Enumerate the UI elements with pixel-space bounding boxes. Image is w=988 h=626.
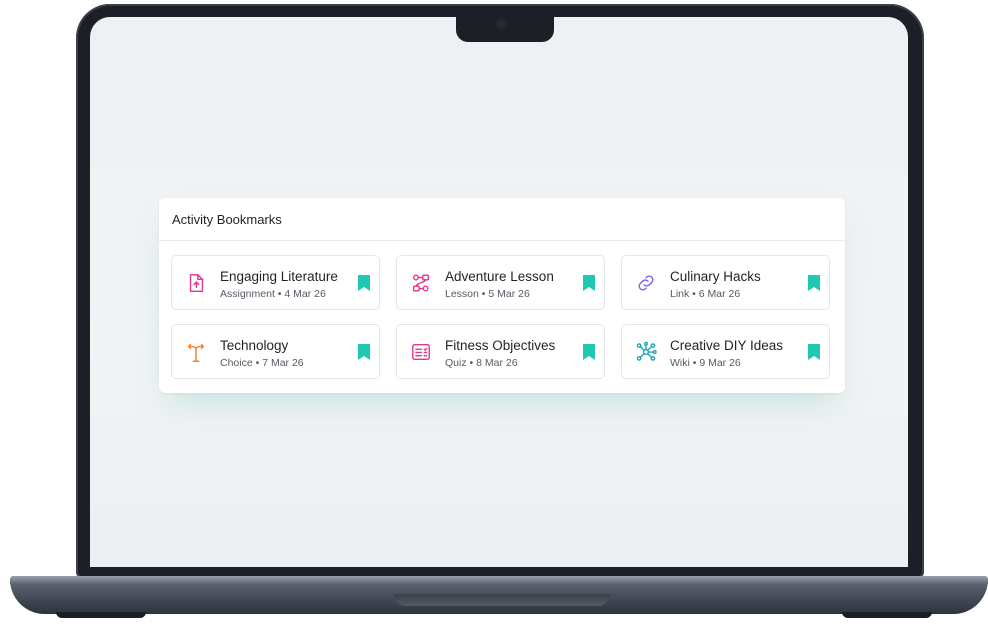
bookmark-title: Fitness Objectives <box>445 338 556 353</box>
bookmark-card-technology[interactable]: Technology Choice • 7 Mar 26 <box>171 324 380 379</box>
camera-notch <box>456 15 554 42</box>
link-icon <box>638 275 654 291</box>
bookmark-meta: Choice • 7 Mar 26 <box>220 357 304 369</box>
laptop-foot-left <box>56 612 146 618</box>
bookmark-meta: Wiki • 9 Mar 26 <box>670 357 741 369</box>
bookmark-icon[interactable] <box>358 344 370 360</box>
activity-bookmarks-panel: Activity Bookmarks Engaging Literature A… <box>159 198 845 393</box>
bookmark-icon[interactable] <box>808 275 820 291</box>
quiz-list-icon <box>412 343 430 361</box>
bookmark-meta: Link • 6 Mar 26 <box>670 288 741 300</box>
bookmark-card-adventure-lesson[interactable]: Adventure Lesson Lesson • 5 Mar 26 <box>396 255 605 310</box>
bookmark-title: Engaging Literature <box>220 269 338 284</box>
choice-signpost-icon <box>187 343 205 362</box>
laptop-base-edge <box>10 576 988 584</box>
camera-icon <box>497 20 505 28</box>
bookmark-card-creative-diy-ideas[interactable]: Creative DIY Ideas Wiki • 9 Mar 26 <box>621 324 830 379</box>
bookmark-title: Technology <box>220 338 289 353</box>
bookmark-title: Culinary Hacks <box>670 269 761 284</box>
bookmark-icon[interactable] <box>583 275 595 291</box>
bookmark-card-engaging-literature[interactable]: Engaging Literature Assignment • 4 Mar 2… <box>171 255 380 310</box>
bookmark-card-fitness-objectives[interactable]: Fitness Objectives Quiz • 8 Mar 26 <box>396 324 605 379</box>
laptop-foot-right <box>842 612 932 618</box>
bookmark-meta: Lesson • 5 Mar 26 <box>445 288 530 300</box>
panel-title: Activity Bookmarks <box>172 212 282 227</box>
bookmark-meta: Quiz • 8 Mar 26 <box>445 357 518 369</box>
bookmark-title: Creative DIY Ideas <box>670 338 784 353</box>
panel-divider <box>159 240 845 241</box>
bookmark-icon[interactable] <box>358 275 370 291</box>
lesson-flow-icon <box>412 274 430 292</box>
file-upload-icon <box>189 274 204 292</box>
bookmark-icon[interactable] <box>808 344 820 360</box>
laptop-hinge-notch <box>394 594 610 606</box>
bookmark-icon[interactable] <box>583 344 595 360</box>
wiki-network-icon <box>636 341 657 361</box>
bookmark-card-culinary-hacks[interactable]: Culinary Hacks Link • 6 Mar 26 <box>621 255 830 310</box>
bookmark-title: Adventure Lesson <box>445 269 554 284</box>
bookmark-meta: Assignment • 4 Mar 26 <box>220 288 326 300</box>
